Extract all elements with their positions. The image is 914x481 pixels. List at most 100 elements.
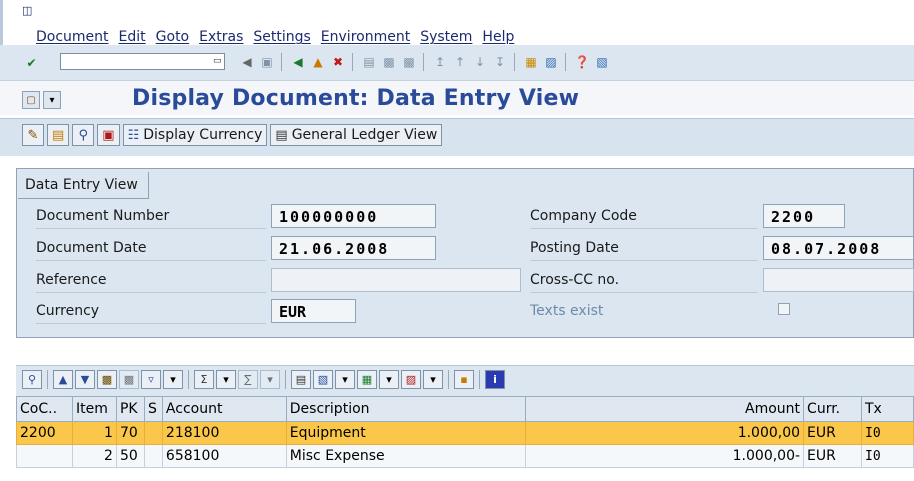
toolbar-separator — [285, 370, 286, 389]
back-icon[interactable]: ◀ — [289, 53, 307, 71]
currency-field[interactable]: EUR — [271, 299, 356, 323]
line-items-table: CoC.. Item PK S Account Description Amou… — [16, 396, 914, 468]
command-field[interactable] — [60, 53, 225, 70]
company-code-label: Company Code — [530, 204, 758, 229]
column-header-pk[interactable]: PK — [115, 396, 145, 422]
layout-menu-icon[interactable]: ▧ — [593, 53, 611, 71]
previous-page-icon[interactable]: ↑ — [451, 53, 469, 71]
cell-pk: 50 — [115, 444, 145, 468]
menu-environment[interactable]: Environment — [321, 29, 410, 45]
toolbar-separator — [352, 53, 355, 71]
first-page-icon[interactable]: ↥ — [431, 53, 449, 71]
texts-exist-label: Texts exist — [530, 303, 604, 319]
page-title: Display Document: Data Entry View — [132, 86, 580, 111]
collapse-left-icon[interactable]: ◀ — [238, 53, 256, 71]
export-icon[interactable]: ▧ — [313, 370, 333, 389]
menu-extras[interactable]: Extras — [199, 29, 243, 45]
sort-ascending-icon[interactable]: ▲ — [53, 370, 73, 389]
toolbar-separator — [47, 370, 48, 389]
column-header-currency[interactable]: Curr. — [803, 396, 862, 422]
column-header-s[interactable]: S — [143, 396, 163, 422]
column-header-account[interactable]: Account — [161, 396, 287, 422]
total-icon[interactable]: Σ — [194, 370, 214, 389]
column-header-company-code[interactable]: CoC.. — [16, 396, 73, 422]
subtotal-dropdown-icon: ▾ — [260, 370, 280, 389]
document-date-label: Document Date — [36, 236, 266, 261]
display-icon[interactable]: ⚲ — [72, 124, 95, 146]
layout-dropdown-icon[interactable]: ▾ — [379, 370, 399, 389]
menu-help[interactable]: Help — [482, 29, 514, 45]
column-header-tax[interactable]: Tx — [861, 396, 914, 422]
menu-edit[interactable]: Edit — [119, 29, 146, 45]
ledger-icon: ▤ — [275, 127, 288, 143]
cell-account[interactable]: 218100 — [161, 421, 287, 445]
system-icons: ◀ ▣ ◀ ▲ ✖ ▤ ▩ ▩ ↥ ↑ ↓ ↧ ▦ ▨ ❓ ▧ — [238, 53, 611, 71]
column-header-amount[interactable]: Amount — [525, 396, 805, 422]
general-ledger-view-button[interactable]: ▤ General Ledger View — [270, 124, 443, 146]
table-header-row: CoC.. Item PK S Account Description Amou… — [16, 396, 914, 422]
print-preview-icon[interactable]: ▣ — [97, 124, 120, 146]
enter-checkmark-icon[interactable]: ✔ — [23, 54, 40, 71]
subtotal-icon: ∑ — [238, 370, 258, 389]
cell-amount: 1.000,00- — [525, 444, 805, 468]
create-shortcut-icon[interactable]: ▨ — [542, 53, 560, 71]
document-number-label: Document Number — [36, 204, 266, 229]
cell-pk: 70 — [115, 421, 145, 445]
cell-description: Misc Expense — [285, 444, 527, 468]
help-icon[interactable]: ❓ — [573, 53, 591, 71]
command-history-icon[interactable]: ▭ — [213, 56, 223, 67]
cross-cc-label: Cross-CC no. — [530, 268, 758, 293]
find-icon[interactable]: ▩ — [97, 370, 117, 389]
company-code-field[interactable]: 2200 — [763, 204, 845, 228]
choose-layout-dropdown-icon[interactable]: ▾ — [423, 370, 443, 389]
column-header-description[interactable]: Description — [285, 396, 527, 422]
menu-options-icon[interactable]: ◫ — [22, 4, 32, 17]
menu-settings[interactable]: Settings — [253, 29, 310, 45]
table-row[interactable]: 2200 1 70 218100 Equipment 1.000,00 EUR … — [16, 421, 914, 445]
cell-s — [143, 421, 163, 445]
export-dropdown-icon[interactable]: ▾ — [335, 370, 355, 389]
new-session-icon[interactable]: ▦ — [522, 53, 540, 71]
find-icon[interactable]: ▩ — [380, 53, 398, 71]
document-overview-icon[interactable]: ▤ — [47, 124, 70, 146]
document-number-field[interactable]: 100000000 — [271, 204, 436, 228]
graphic-icon[interactable]: ▪ — [454, 370, 474, 389]
reference-field[interactable] — [271, 268, 521, 292]
exit-icon[interactable]: ▲ — [309, 53, 327, 71]
change-layout-icon[interactable]: ▦ — [357, 370, 377, 389]
cancel-icon[interactable]: ✖ — [329, 53, 347, 71]
table-row[interactable]: 2 50 658100 Misc Expense 1.000,00- EUR I… — [16, 444, 914, 468]
choose-layout-icon[interactable]: ▨ — [401, 370, 421, 389]
print-preview-icon[interactable]: ▤ — [291, 370, 311, 389]
column-header-item[interactable]: Item — [71, 396, 117, 422]
menu-goto[interactable]: Goto — [156, 29, 189, 45]
posting-date-label: Posting Date — [530, 236, 758, 261]
cross-cc-field[interactable] — [763, 268, 914, 292]
total-dropdown-icon[interactable]: ▾ — [216, 370, 236, 389]
menu-document[interactable]: Document — [36, 29, 109, 45]
menu-system[interactable]: System — [420, 29, 472, 45]
cell-amount: 1.000,00 — [525, 421, 805, 445]
print-icon[interactable]: ▤ — [360, 53, 378, 71]
dropdown-icon[interactable]: ▾ — [43, 91, 61, 109]
window-edge — [0, 0, 3, 45]
next-page-icon[interactable]: ↓ — [471, 53, 489, 71]
information-icon[interactable]: i — [485, 370, 505, 389]
details-icon[interactable]: ⚲ — [22, 370, 42, 389]
document-menu-icon[interactable]: ▢ — [22, 91, 40, 109]
cell-item: 1 — [71, 421, 117, 445]
texts-exist-checkbox[interactable] — [778, 303, 790, 315]
sort-descending-icon[interactable]: ▼ — [75, 370, 95, 389]
display-currency-button[interactable]: ☷ Display Currency — [122, 124, 268, 146]
filter-dropdown-icon[interactable]: ▾ — [163, 370, 183, 389]
cell-tax: I0 — [861, 444, 914, 468]
document-date-field[interactable]: 21.06.2008 — [271, 236, 436, 260]
posting-date-field[interactable]: 08.07.2008 — [763, 236, 914, 260]
edit-toggle-icon[interactable]: ✎ — [22, 124, 44, 146]
filter-icon[interactable]: ▿ — [141, 370, 161, 389]
last-page-icon[interactable]: ↧ — [491, 53, 509, 71]
menu-bar: ◫ Document Edit Goto Extras Settings Env… — [0, 0, 914, 45]
cell-account[interactable]: 658100 — [161, 444, 287, 468]
save-icon[interactable]: ▣ — [258, 53, 276, 71]
find-next-icon[interactable]: ▩ — [400, 53, 418, 71]
